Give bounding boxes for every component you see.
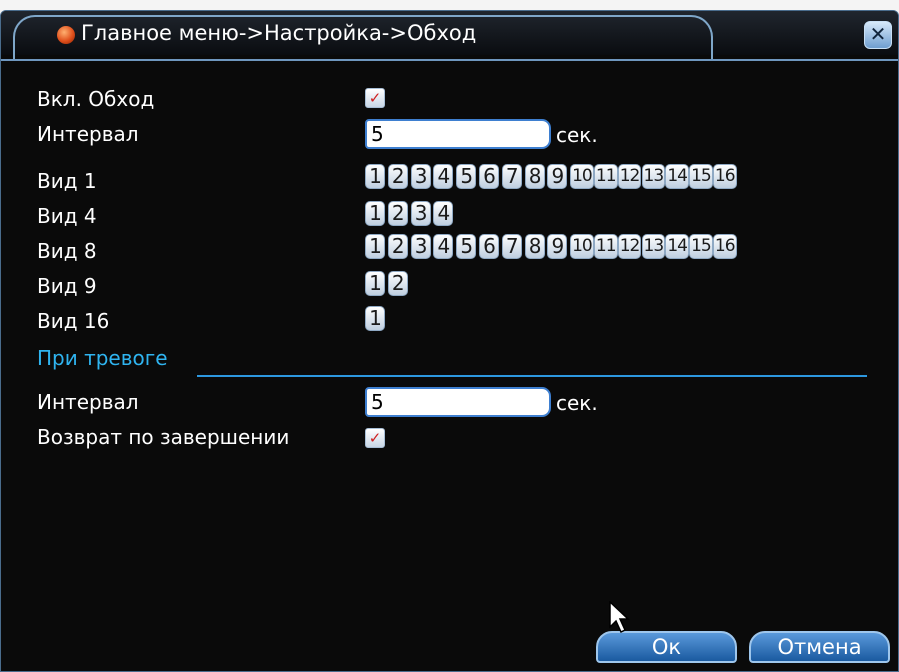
title-bar: Главное меню->Настройка->Обход ✕ bbox=[1, 11, 898, 59]
channel-chip[interactable]: 8 bbox=[524, 164, 545, 189]
channel-chip[interactable]: 13 bbox=[641, 234, 666, 259]
alarm-interval-input[interactable]: 5 bbox=[365, 387, 551, 417]
channel-chip[interactable]: 6 bbox=[479, 164, 499, 189]
interval-label: Интервал bbox=[37, 122, 139, 146]
channel-chip[interactable]: 11 bbox=[594, 164, 618, 189]
channel-chip[interactable]: 8 bbox=[524, 234, 545, 259]
tour-enable-checkbox[interactable]: ✓ bbox=[365, 88, 385, 108]
channel-chip[interactable]: 16 bbox=[713, 164, 737, 189]
checkmark-icon: ✓ bbox=[368, 89, 382, 107]
title-divider bbox=[1, 59, 898, 61]
channel-chip[interactable]: 1 bbox=[365, 164, 385, 189]
channel-chip[interactable]: 9 bbox=[547, 234, 568, 259]
channel-chip[interactable]: 15 bbox=[689, 234, 713, 259]
channel-chip[interactable]: 16 bbox=[713, 234, 737, 259]
view-1-label: Вид 1 bbox=[37, 169, 97, 193]
channel-chip[interactable]: 10 bbox=[570, 164, 594, 189]
return-after-checkbox[interactable]: ✓ bbox=[365, 428, 385, 448]
channel-chip[interactable]: 4 bbox=[433, 164, 454, 189]
interval-input[interactable]: 5 bbox=[365, 119, 551, 149]
channel-chip[interactable]: 2 bbox=[387, 201, 408, 226]
channel-chip[interactable]: 1 bbox=[365, 234, 385, 259]
channel-chip[interactable]: 3 bbox=[410, 164, 431, 189]
tour-settings-dialog: Главное меню->Настройка->Обход ✕ Вкл. Об… bbox=[0, 10, 899, 672]
channel-chip[interactable]: 1 bbox=[365, 271, 385, 296]
channel-chip[interactable]: 7 bbox=[501, 234, 522, 259]
channel-chip[interactable]: 13 bbox=[641, 164, 666, 189]
ok-button[interactable]: Ок bbox=[596, 631, 737, 663]
interval-unit: сек. bbox=[556, 123, 598, 147]
alarm-interval-unit: сек. bbox=[556, 391, 598, 415]
view-4-label: Вид 4 bbox=[37, 204, 97, 228]
view-9-label: Вид 9 bbox=[37, 274, 97, 298]
channel-chip[interactable]: 1 bbox=[365, 201, 385, 226]
view-16-label: Вид 16 bbox=[37, 309, 110, 333]
alarm-section-divider bbox=[197, 375, 867, 377]
close-button[interactable]: ✕ bbox=[864, 21, 892, 49]
channel-chip[interactable]: 9 bbox=[547, 164, 568, 189]
channel-chip[interactable]: 15 bbox=[689, 164, 713, 189]
channel-chip[interactable]: 4 bbox=[433, 201, 454, 226]
channel-chip[interactable]: 2 bbox=[387, 271, 408, 296]
channel-chip[interactable]: 12 bbox=[617, 164, 642, 189]
channel-chip[interactable]: 10 bbox=[570, 234, 594, 259]
view-8-label: Вид 8 bbox=[37, 239, 97, 263]
channel-chip[interactable]: 2 bbox=[387, 234, 408, 259]
return-after-label: Возврат по завершении bbox=[37, 425, 290, 449]
channel-chip[interactable]: 4 bbox=[433, 234, 454, 259]
channel-chip[interactable]: 3 bbox=[410, 201, 431, 226]
channel-chip[interactable]: 6 bbox=[479, 234, 499, 259]
breadcrumb-title: Главное меню->Настройка->Обход bbox=[81, 21, 477, 45]
channel-chip[interactable]: 14 bbox=[665, 234, 689, 259]
tour-enable-label: Вкл. Обход bbox=[37, 87, 155, 111]
channel-chip[interactable]: 14 bbox=[665, 164, 689, 189]
alarm-interval-label: Интервал bbox=[37, 390, 139, 414]
channel-chip[interactable]: 2 bbox=[387, 164, 408, 189]
channel-chip[interactable]: 5 bbox=[456, 234, 477, 259]
alarm-section-title: При тревоге bbox=[37, 346, 168, 370]
channel-chip[interactable]: 11 bbox=[594, 234, 618, 259]
menu-orb-icon bbox=[57, 26, 75, 44]
channel-chip[interactable]: 1 bbox=[365, 306, 385, 331]
cancel-button[interactable]: Отмена bbox=[749, 631, 890, 663]
channel-chip[interactable]: 3 bbox=[410, 234, 431, 259]
channel-chip[interactable]: 5 bbox=[456, 164, 477, 189]
channel-chip[interactable]: 12 bbox=[617, 234, 642, 259]
checkmark-icon: ✓ bbox=[368, 429, 382, 447]
mouse-pointer-icon bbox=[609, 601, 630, 634]
channel-chip[interactable]: 7 bbox=[501, 164, 522, 189]
